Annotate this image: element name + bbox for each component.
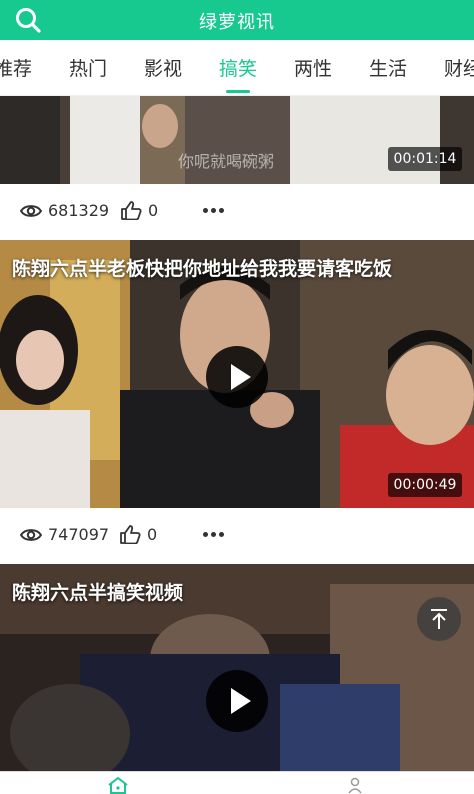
active-tab-indicator <box>226 90 250 93</box>
home-icon[interactable] <box>107 776 129 794</box>
video-stats: 747097 0 <box>0 508 474 564</box>
view-count: 747097 <box>48 525 110 544</box>
tab-relationship[interactable]: 两性 <box>294 54 332 81</box>
video-thumbnail[interactable]: 陈翔六点半老板快把你地址给我我要请客吃饭 00:00:49 <box>0 240 474 508</box>
thumbs-up-icon[interactable] <box>119 524 141 544</box>
video-title: 陈翔六点半搞笑视频 <box>12 582 184 604</box>
app-header: 绿萝视讯 <box>0 0 474 40</box>
back-to-top-button[interactable] <box>417 597 461 641</box>
app-title: 绿萝视讯 <box>199 12 275 33</box>
like-count: 0 <box>147 525 158 544</box>
eye-icon <box>20 529 42 541</box>
tab-funny[interactable]: 搞笑 <box>219 54 257 81</box>
more-options-icon[interactable] <box>203 208 225 214</box>
video-duration: 00:00:49 <box>388 473 462 497</box>
app-screen: 绿萝视讯 推荐 热门 影视 搞笑 两性 生活 财经 你呢就喝碗粥 00:01:1… <box>0 0 474 794</box>
video-duration: 00:01:14 <box>388 147 462 171</box>
user-icon[interactable] <box>347 777 363 794</box>
video-subtitle: 你呢就喝碗粥 <box>178 152 275 171</box>
video-title: 陈翔六点半老板快把你地址给我我要请客吃饭 <box>12 258 393 280</box>
tab-recommend[interactable]: 推荐 <box>0 54 32 81</box>
video-stats: 681329 0 <box>0 184 474 240</box>
more-options-icon[interactable] <box>203 532 225 538</box>
like-count: 0 <box>148 201 159 220</box>
video-thumbnail[interactable]: 你呢就喝碗粥 00:01:14 <box>0 96 474 184</box>
view-count: 681329 <box>48 201 110 220</box>
tab-life[interactable]: 生活 <box>369 54 407 81</box>
category-tabs: 推荐 热门 影视 搞笑 两性 生活 财经 <box>0 40 474 96</box>
tab-finance[interactable]: 财经 <box>444 54 474 81</box>
play-button[interactable] <box>206 670 268 732</box>
video-thumbnail[interactable]: 陈翔六点半搞笑视频 <box>0 564 474 771</box>
eye-icon <box>20 205 42 217</box>
tab-film[interactable]: 影视 <box>144 54 182 81</box>
play-button[interactable] <box>206 346 268 408</box>
thumbs-up-icon[interactable] <box>120 200 142 220</box>
arrow-up-icon <box>431 609 447 629</box>
tab-hot[interactable]: 热门 <box>69 54 107 81</box>
bottom-nav <box>0 771 474 794</box>
